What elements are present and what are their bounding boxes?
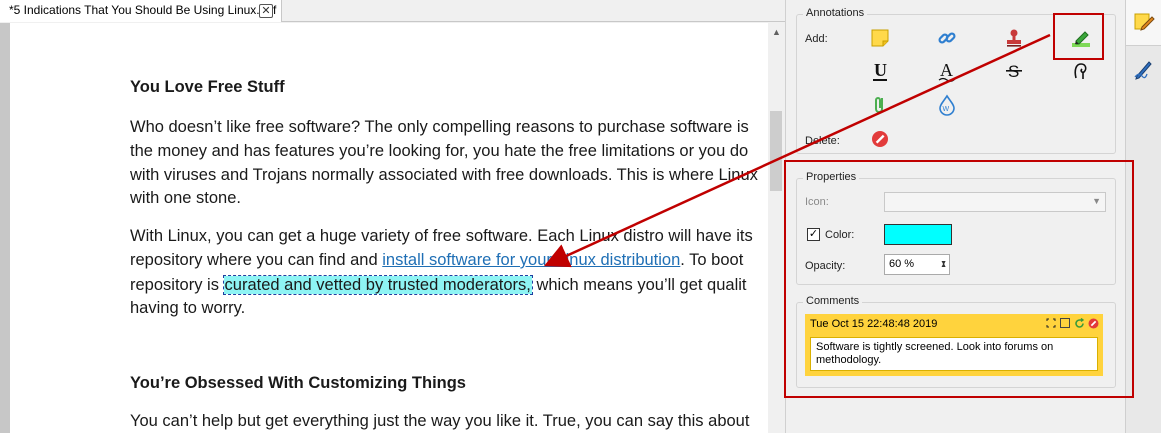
delete-annotation-button[interactable] [868, 127, 892, 151]
signature-tab[interactable] [1126, 46, 1161, 92]
document-tab[interactable]: *5 Indications That You Should Be Using … [0, 0, 282, 22]
paragraph-line: repository where you can find and instal… [130, 248, 743, 272]
paragraph-line: having to worry. [130, 299, 246, 317]
paragraph-line: with one stone. [130, 189, 241, 207]
strikeout-icon[interactable]: S [1002, 59, 1026, 83]
close-tab-button[interactable]: ✕ [259, 4, 273, 18]
paragraph-line: You can’t help but get everything just t… [130, 412, 750, 430]
watermark-icon[interactable]: W [935, 93, 959, 117]
heading-customizing: You’re Obsessed With Customizing Things [130, 374, 466, 392]
underline-icon[interactable]: U [868, 59, 892, 83]
svg-text:W: W [943, 106, 950, 113]
properties-callout-box [784, 160, 1134, 398]
text-span: . To boot [680, 251, 744, 269]
scrollbar-thumb[interactable] [770, 111, 782, 191]
heading-free-stuff: You Love Free Stuff [130, 78, 285, 96]
paragraph-line: repository is curated and vetted by trus… [130, 273, 747, 297]
paragraph-line: With Linux, you can get a huge variety o… [130, 227, 753, 245]
highlight-annotation[interactable]: curated and vetted by trusted moderators… [222, 275, 533, 295]
text-icon[interactable]: A [935, 59, 959, 83]
sticky-note-icon[interactable] [868, 26, 892, 50]
annotations-title: Annotations [803, 7, 868, 19]
svg-text:U: U [874, 60, 887, 80]
signature-pen-icon [1134, 61, 1152, 80]
annotations-tab[interactable] [1126, 0, 1161, 46]
annotation-pen-icon [1134, 13, 1155, 31]
attachment-icon[interactable] [868, 93, 892, 117]
paragraph-line: Who doesn’t like free software? The only… [130, 118, 749, 136]
freehand-icon[interactable] [1069, 59, 1093, 83]
document-page[interactable]: You Love Free Stuff Who doesn’t like fre… [10, 23, 768, 433]
delete-label: Delete: [805, 135, 840, 147]
paragraph-line: the money and has features you’re lookin… [130, 142, 749, 160]
document-tab-title: *5 Indications That You Should Be Using … [9, 3, 277, 17]
text-span: repository where you can find and [130, 251, 383, 269]
stamp-icon[interactable] [1002, 26, 1026, 50]
scroll-up-arrow-icon[interactable]: ▲ [772, 27, 781, 37]
install-software-link[interactable]: install software for your Linux distribu… [382, 251, 680, 269]
paragraph-line: with viruses and Trojans normally associ… [130, 166, 758, 184]
add-label: Add: [805, 33, 828, 45]
document-tabbar: *5 Indications That You Should Be Using … [0, 0, 785, 22]
document-scrollbar[interactable]: ▲ [768, 23, 785, 433]
page-gutter [0, 23, 10, 433]
highlighter-callout-box [1053, 13, 1104, 60]
text-span: repository is [130, 276, 224, 294]
text-span: which means you’ll get qualit [531, 276, 747, 294]
svg-text:A: A [940, 60, 953, 80]
link-icon[interactable] [935, 26, 959, 50]
